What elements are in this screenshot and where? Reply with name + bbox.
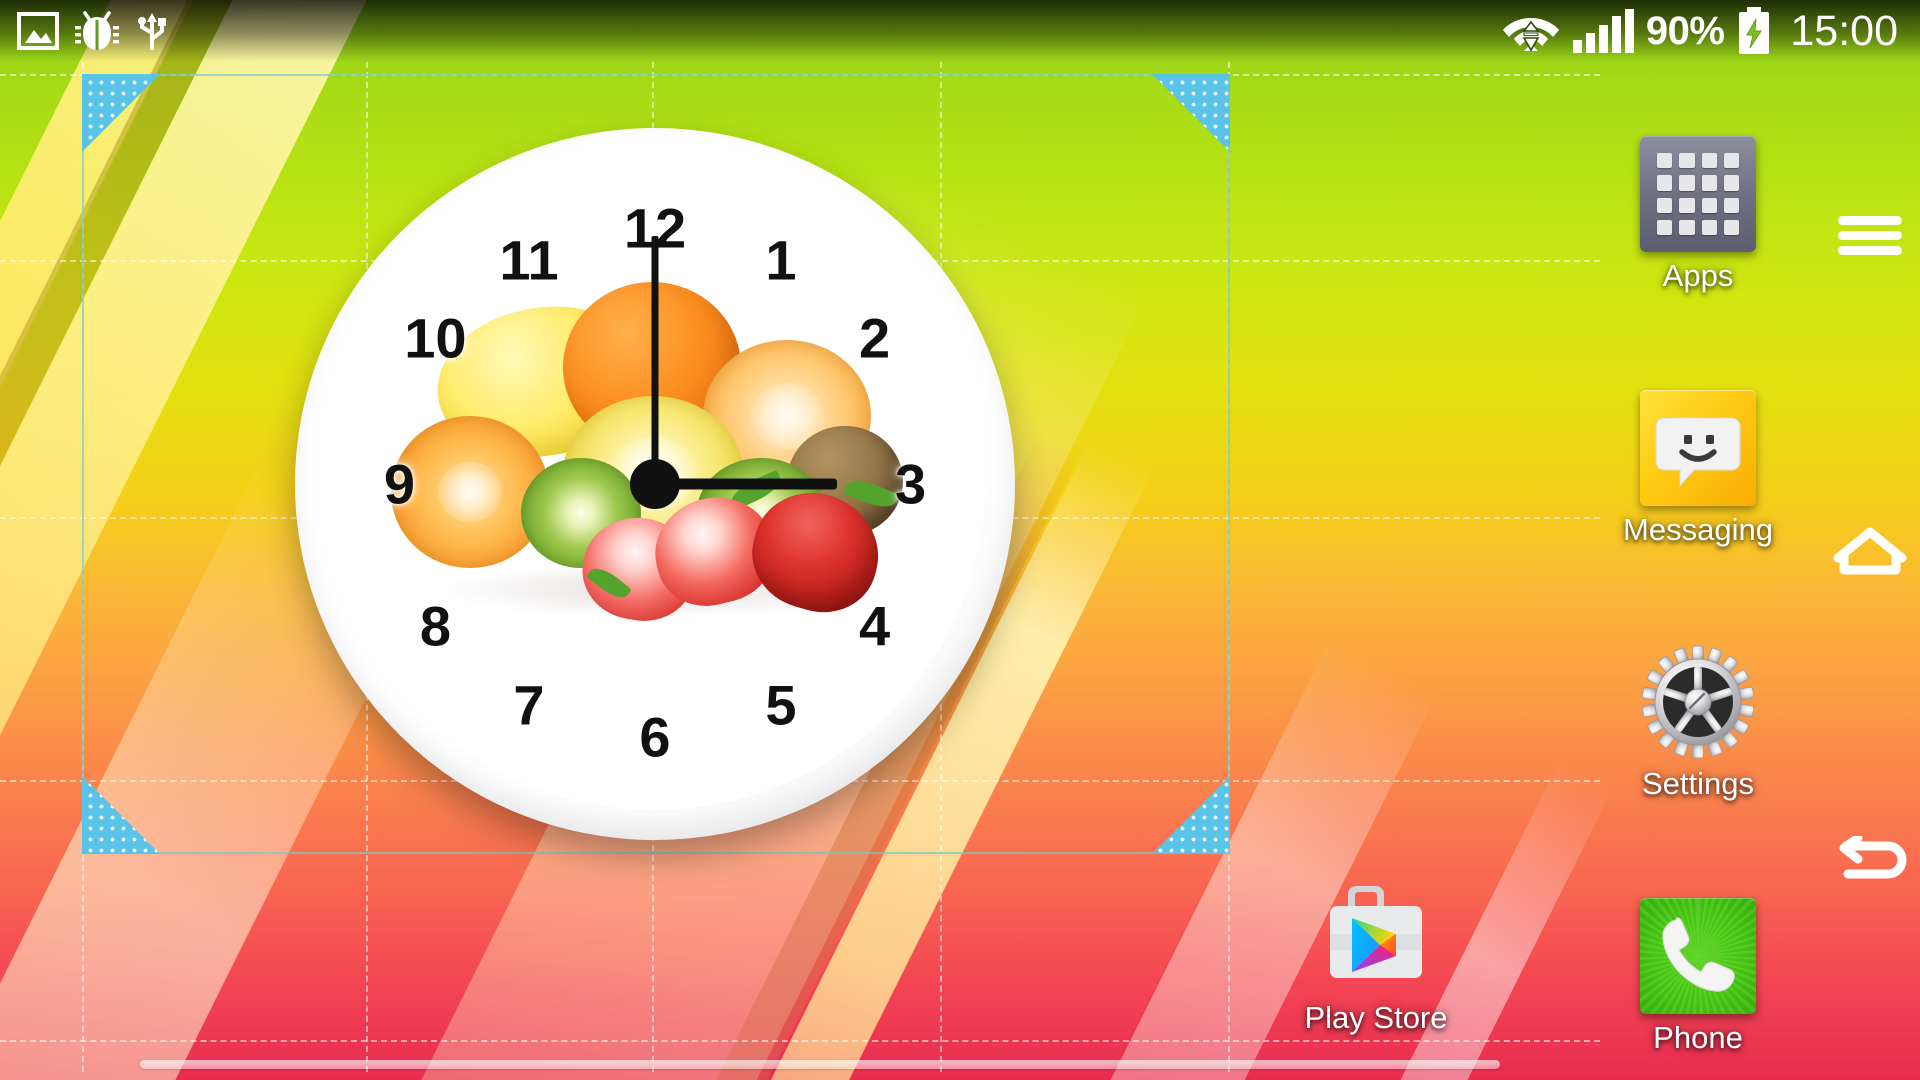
navigation-bar: [1820, 0, 1920, 1080]
usb-debug-icon: [75, 11, 119, 50]
resize-handle-dots: [1152, 74, 1230, 152]
handset-glyph: [1662, 917, 1735, 992]
gear-glyph: [1641, 645, 1755, 759]
battery-charging-icon: [1739, 7, 1770, 54]
clock-numeral: 10: [404, 306, 467, 370]
settings-icon[interactable]: Settings: [1608, 644, 1788, 802]
apps-grid-dots: [1657, 153, 1739, 235]
page-indicator-fill: [140, 1060, 1500, 1069]
clock-numeral: 6: [639, 705, 671, 769]
clock-numeral: 1: [765, 228, 797, 292]
play-store-bag-icon: [1318, 878, 1434, 994]
screenshot-icon: [17, 12, 59, 50]
status-bar-right: 90% 15:00: [1502, 6, 1920, 56]
usb-icon: [138, 13, 166, 50]
messaging-label: Messaging: [1623, 512, 1773, 547]
resize-handle-dots: [1152, 776, 1230, 854]
speech-bubble-glyph: [1655, 417, 1741, 488]
clock-numeral: 8: [419, 594, 451, 658]
clock-numeral: 4: [859, 594, 891, 658]
resize-handle-dots: [82, 74, 160, 152]
battery-percent-label: 90%: [1645, 8, 1725, 53]
clock-hour-hand: [655, 478, 837, 490]
messaging-icon[interactable]: Messaging: [1608, 390, 1788, 548]
home-icon: [1833, 527, 1907, 575]
clock-numeral: 2: [859, 306, 891, 370]
resize-handle-bottom-right[interactable]: [1152, 776, 1230, 854]
resize-handle-bottom-left[interactable]: [82, 776, 160, 854]
apps-grid-icon: [1640, 136, 1756, 252]
clock-numeral: 7: [513, 673, 545, 737]
resize-handle-top-left[interactable]: [82, 74, 160, 152]
play-store-label: Play Store: [1304, 1000, 1448, 1035]
apps-drawer-icon[interactable]: Apps: [1608, 136, 1788, 294]
play-store-glyph: [1330, 886, 1422, 978]
menu-button[interactable]: [1820, 186, 1920, 286]
fruit-analog-clock-widget[interactable]: 12 1 2 3 4 5 6 7 8 9 10 11: [295, 128, 1015, 840]
clock-numeral: 3: [895, 452, 927, 516]
clock-minute-hand: [651, 236, 659, 484]
apps-label: Apps: [1662, 258, 1734, 293]
back-button[interactable]: [1820, 816, 1920, 916]
clock-numeral: 9: [383, 452, 415, 516]
wifi-icon: [1502, 18, 1559, 52]
play-store-icon[interactable]: Play Store: [1286, 878, 1466, 1036]
status-bar[interactable]: 90% 15:00: [0, 0, 1920, 62]
settings-label: Settings: [1641, 766, 1754, 801]
speech-bubble-smile-icon: [1640, 390, 1756, 506]
page-indicator[interactable]: [140, 1060, 1500, 1069]
clock-numeral: 11: [499, 228, 559, 292]
resize-handle-dots: [82, 776, 160, 854]
phone-label: Phone: [1653, 1020, 1743, 1055]
clock-center-pivot: [630, 459, 680, 509]
home-button[interactable]: [1820, 502, 1920, 602]
phone-icon[interactable]: Phone: [1608, 898, 1788, 1056]
handset-icon: [1640, 898, 1756, 1014]
cellular-signal-icon: [1572, 9, 1634, 53]
clock-numeral: 5: [765, 673, 797, 737]
hamburger-menu-icon: [1838, 216, 1902, 255]
resize-handle-top-right[interactable]: [1152, 74, 1230, 152]
status-bar-left: [0, 9, 170, 53]
back-arrow-icon: [1839, 836, 1907, 879]
status-bar-clock: 15:00: [1790, 6, 1898, 55]
gear-icon: [1640, 644, 1756, 760]
